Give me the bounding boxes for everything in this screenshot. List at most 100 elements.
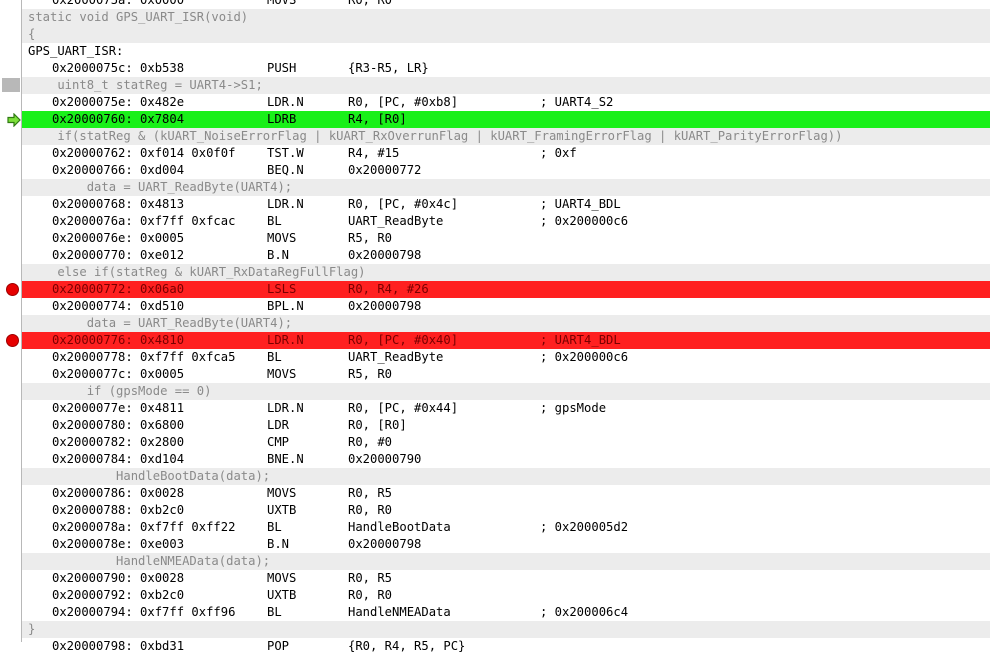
instruction-operands: R0, R5: [348, 571, 393, 585]
source-line-text: uint8_t statReg = UART4->S1;: [28, 78, 263, 92]
instruction-address: 0x20000768: 0x4813: [52, 197, 185, 211]
instruction-mnemonic: MOVS: [267, 0, 297, 7]
source-line-row[interactable]: {: [22, 26, 990, 43]
disassembly-listing[interactable]: 0x2000075a: 0x0000 MOVS R0, R0 static void …: [22, 0, 998, 653]
breakpoint-instruction-row[interactable]: 0x20000776: 0x4810 LDR.N R0, [PC, #0x40] ; …: [22, 332, 990, 349]
instruction-address: 0x20000782: 0x2800: [52, 435, 185, 449]
instruction-mnemonic: MOVS: [267, 571, 297, 585]
instruction-row[interactable]: 0x2000076a: 0xf7ff 0xfcac BL UART_ReadByte…: [22, 213, 990, 230]
source-line-row[interactable]: uint8_t statReg = UART4->S1;: [22, 77, 990, 94]
source-line-row[interactable]: if(statReg & (kUART_NoiseErrorFlag | kUA…: [22, 128, 990, 145]
instruction-row[interactable]: 0x2000075c: 0xb538 PUSH {R3-R5, LR}: [22, 60, 990, 77]
instruction-address: 0x20000784: 0xd104: [52, 452, 185, 466]
instruction-address: 0x20000776: 0x4810: [52, 333, 185, 347]
instruction-mnemonic: MOVS: [267, 486, 297, 500]
instruction-mnemonic: LDR.N: [267, 197, 304, 211]
instruction-row[interactable]: 0x20000788: 0xb2c0 UXTB R0, R0: [22, 502, 990, 519]
instruction-mnemonic: PUSH: [267, 61, 297, 75]
source-line-row[interactable]: data = UART_ReadByte(UART4);: [22, 315, 990, 332]
instruction-address: 0x2000077c: 0x0005: [52, 367, 185, 381]
instruction-row[interactable]: 0x2000078e: 0xe003 B.N 0x20000798: [22, 536, 990, 553]
instruction-row[interactable]: 0x20000790: 0x0028 MOVS R0, R5: [22, 570, 990, 587]
instruction-row[interactable]: 0x20000770: 0xe012 B.N 0x20000798: [22, 247, 990, 264]
instruction-row[interactable]: 0x20000778: 0xf7ff 0xfca5 BL UART_ReadByte…: [22, 349, 990, 366]
instruction-operands: HandleBootData: [348, 520, 451, 534]
instruction-mnemonic: LDR.N: [267, 333, 304, 347]
instruction-row[interactable]: 0x20000794: 0xf7ff 0xff96 BL HandleNMEADat…: [22, 604, 990, 621]
instruction-operands: {R0, R4, R5, PC}: [348, 639, 466, 653]
instruction-row[interactable]: 0x2000075e: 0x482e LDR.N R0, [PC, #0xb8] ; …: [22, 94, 990, 111]
instruction-operands: R0, [PC, #0x40]: [348, 333, 459, 347]
source-line-row[interactable]: if (gpsMode == 0): [22, 383, 990, 400]
source-line-row[interactable]: }: [22, 621, 990, 638]
source-line-text: else if(statReg & kUART_RxDataRegFullFla…: [28, 265, 366, 279]
instruction-row[interactable]: 0x20000784: 0xd104 BNE.N 0x20000790: [22, 451, 990, 468]
instruction-comment: ; UART4_S2: [540, 95, 614, 109]
instruction-address: 0x20000798: 0xbd31: [52, 639, 185, 653]
source-line-row[interactable]: HandleBootData(data);: [22, 468, 990, 485]
instruction-row[interactable]: 0x2000077c: 0x0005 MOVS R5, R0: [22, 366, 990, 383]
instruction-address: 0x20000790: 0x0028: [52, 571, 185, 585]
instruction-row[interactable]: 0x2000077e: 0x4811 LDR.N R0, [PC, #0x44] ; …: [22, 400, 990, 417]
instruction-operands: R0, R4, #26: [348, 282, 429, 296]
instruction-comment: ; 0x200000c6: [540, 350, 629, 364]
instruction-mnemonic: MOVS: [267, 367, 297, 381]
instruction-mnemonic: UXTB: [267, 588, 297, 602]
instruction-address: 0x20000772: 0x06a0: [52, 282, 185, 296]
instruction-address: 0x20000774: 0xd510: [52, 299, 185, 313]
instruction-mnemonic: B.N: [267, 537, 290, 551]
source-line-row[interactable]: HandleNMEAData(data);: [22, 553, 990, 570]
instruction-row[interactable]: 0x20000782: 0x2800 CMP R0, #0: [22, 434, 990, 451]
instruction-comment: ; 0x200000c6: [540, 214, 629, 228]
instruction-address: 0x2000075c: 0xb538: [52, 61, 185, 75]
instruction-mnemonic: LSLS: [267, 282, 297, 296]
instruction-row[interactable]: 0x20000768: 0x4813 LDR.N R0, [PC, #0x4c] ; …: [22, 196, 990, 213]
breakpoint-icon[interactable]: [6, 334, 19, 347]
instruction-operands: 0x20000798: [348, 537, 422, 551]
breakpoint-gutter[interactable]: [0, 0, 22, 642]
instruction-operands: R4, [R0]: [348, 112, 407, 126]
instruction-row[interactable]: 0x20000774: 0xd510 BPL.N 0x20000798: [22, 298, 990, 315]
instruction-operands: R0, R0: [348, 0, 393, 7]
instruction-mnemonic: BL: [267, 605, 282, 619]
instruction-mnemonic: BNE.N: [267, 452, 304, 466]
instruction-mnemonic: LDR.N: [267, 401, 304, 415]
instruction-operands: UART_ReadByte: [348, 350, 444, 364]
instruction-row[interactable]: 0x20000798: 0xbd31 POP {R0, R4, R5, PC}: [22, 638, 990, 655]
instruction-address: 0x20000792: 0xb2c0: [52, 588, 185, 602]
instruction-mnemonic: BL: [267, 214, 282, 228]
instruction-address: 0x2000076e: 0x0005: [52, 231, 185, 245]
instruction-address: 0x2000078e: 0xe003: [52, 537, 185, 551]
source-line-row[interactable]: data = UART_ReadByte(UART4);: [22, 179, 990, 196]
instruction-operands: HandleNMEAData: [348, 605, 451, 619]
source-line-row[interactable]: static void GPS_UART_ISR(void): [22, 9, 990, 26]
breakpoint-icon[interactable]: [6, 283, 19, 296]
instruction-mnemonic: LDR: [267, 418, 290, 432]
instruction-row[interactable]: 0x2000076e: 0x0005 MOVS R5, R0: [22, 230, 990, 247]
instruction-address: 0x20000788: 0xb2c0: [52, 503, 185, 517]
function-label-row[interactable]: GPS_UART_ISR:: [22, 43, 990, 60]
instruction-mnemonic: BL: [267, 350, 282, 364]
source-line-text: HandleNMEAData(data);: [28, 554, 271, 568]
instruction-address: 0x20000778: 0xf7ff 0xfca5: [52, 350, 236, 364]
program-counter-arrow-icon[interactable]: [7, 113, 21, 127]
instruction-row[interactable]: 0x20000780: 0x6800 LDR R0, [R0]: [22, 417, 990, 434]
instruction-operands: R0, [PC, #0x4c]: [348, 197, 459, 211]
instruction-row[interactable]: 0x20000792: 0xb2c0 UXTB R0, R0: [22, 587, 990, 604]
instruction-row[interactable]: 0x2000078a: 0xf7ff 0xff22 BL HandleBootDat…: [22, 519, 990, 536]
bookmark-marker-icon[interactable]: [2, 78, 20, 92]
current-instruction-row[interactable]: 0x20000760: 0x7804 LDRB R4, [R0]: [22, 111, 990, 128]
instruction-operands: R0, R0: [348, 503, 393, 517]
instruction-row[interactable]: 0x2000075a: 0x0000 MOVS R0, R0: [22, 0, 990, 9]
instruction-mnemonic: TST.W: [267, 146, 304, 160]
breakpoint-instruction-row[interactable]: 0x20000772: 0x06a0 LSLS R0, R4, #26: [22, 281, 990, 298]
instruction-row[interactable]: 0x20000786: 0x0028 MOVS R0, R5: [22, 485, 990, 502]
instruction-mnemonic: CMP: [267, 435, 290, 449]
instruction-operands: 0x20000798: [348, 299, 422, 313]
source-line-text: data = UART_ReadByte(UART4);: [28, 316, 293, 330]
source-line-row[interactable]: else if(statReg & kUART_RxDataRegFullFla…: [22, 264, 990, 281]
instruction-row[interactable]: 0x20000762: 0xf014 0x0f0f TST.W R4, #15 ; 0…: [22, 145, 990, 162]
instruction-address: 0x2000075e: 0x482e: [52, 95, 185, 109]
source-line-text: static void GPS_UART_ISR(void): [28, 10, 249, 24]
instruction-row[interactable]: 0x20000766: 0xd004 BEQ.N 0x20000772: [22, 162, 990, 179]
